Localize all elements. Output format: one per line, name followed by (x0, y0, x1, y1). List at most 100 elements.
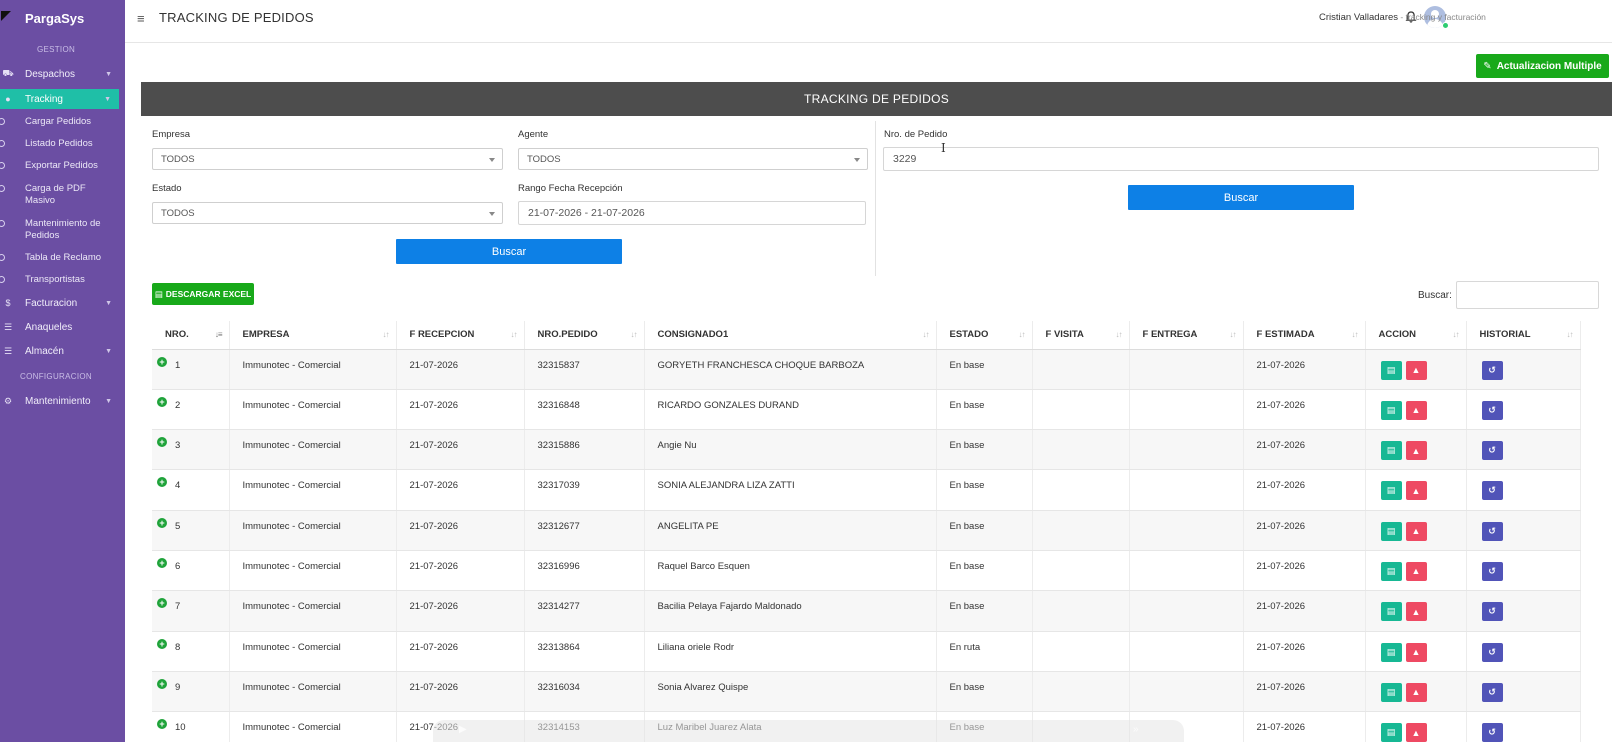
buscar-filtros-button[interactable]: Buscar (396, 239, 622, 264)
cell-accion: ▤ ▲ (1365, 429, 1467, 471)
expand-row-icon[interactable]: + (157, 396, 167, 407)
pdf-document-button[interactable]: ▤ (1380, 682, 1402, 702)
claim-warning-button[interactable]: ▲ (1405, 360, 1427, 380)
circle-icon (0, 220, 5, 227)
pdf-document-button[interactable]: ▤ (1380, 441, 1402, 461)
expand-row-icon[interactable]: + (157, 437, 167, 448)
claim-warning-button[interactable]: ▲ (1405, 481, 1427, 501)
column-header-nro-pedido[interactable]: NRO.PEDIDO ↓↑ (524, 321, 645, 350)
history-button[interactable]: ↺ (1481, 682, 1503, 702)
column-header-estado[interactable]: ESTADO ↓↑ (936, 321, 1033, 350)
claim-warning-button[interactable]: ▲ (1405, 521, 1427, 541)
expand-row-icon[interactable]: + (157, 678, 167, 689)
sidebar-subitem-cargar-pedidos[interactable]: Cargar Pedidos (0, 116, 125, 128)
history-button[interactable]: ↺ (1481, 561, 1503, 581)
sidebar-item-mantenimiento[interactable]: ⚙ Mantenimiento ▼ (0, 391, 120, 411)
table-search-input[interactable] (1456, 281, 1599, 309)
history-button[interactable]: ↺ (1481, 642, 1503, 662)
claim-warning-button[interactable]: ▲ (1405, 682, 1427, 702)
history-button[interactable]: ↺ (1481, 441, 1503, 461)
sidebar-item-almacen[interactable]: ☰ Almacén ▼ (0, 341, 120, 361)
menu-toggle-icon[interactable]: ≡ (137, 11, 145, 26)
claim-warning-button[interactable]: ▲ (1405, 602, 1427, 622)
claim-warning-button[interactable]: ▲ (1405, 723, 1427, 742)
brand[interactable]: PargaSys (0, 8, 125, 28)
column-header-accion[interactable]: ACCION ↓↑ (1365, 321, 1467, 350)
pdf-document-button[interactable]: ▤ (1380, 521, 1402, 541)
history-button[interactable]: ↺ (1481, 400, 1503, 420)
cell-consignado: Raquel Barco Esquen (644, 550, 937, 592)
cell-historial: ↺ (1466, 590, 1581, 632)
column-header-f-recepcion[interactable]: F RECEPCION ↓↑ (396, 321, 525, 350)
cell-historial: ↺ (1466, 631, 1581, 672)
claim-warning-button[interactable]: ▲ (1405, 642, 1427, 662)
column-header-f-estimada[interactable]: F ESTIMADA ↓↑ (1243, 321, 1366, 350)
estado-select[interactable]: TODOS (152, 202, 503, 224)
column-header-f-visita[interactable]: F VISITA ↓↑ (1032, 321, 1130, 350)
expand-row-icon[interactable]: + (157, 557, 167, 568)
play-icon[interactable]: ▶ (459, 724, 467, 735)
fast-forward-icon[interactable]: » (1133, 724, 1139, 735)
sidebar-subitem-carga-pdf-masivo[interactable]: Carga de PDF Masivo (0, 183, 125, 207)
expand-row-icon[interactable]: + (157, 598, 167, 609)
download-excel-button[interactable]: ▤ DESCARGAR EXCEL (152, 283, 254, 305)
sort-icon: ↓↑ (1351, 330, 1359, 339)
expand-row-icon[interactable]: + (157, 719, 167, 730)
sort-icon: ↓↑ (510, 330, 518, 339)
cell-empresa: Immunotec - Comercial (229, 590, 397, 632)
sidebar-subitem-mantenimiento-pedidos[interactable]: Mantenimiento de Pedidos (0, 218, 125, 242)
sort-icon: ↓↑ (1229, 330, 1237, 339)
sidebar-item-despachos[interactable]: ⛟ Despachos ▼ (0, 64, 120, 84)
history-button[interactable]: ↺ (1481, 723, 1503, 742)
expand-row-icon[interactable]: + (157, 638, 167, 649)
cell-accion: ▤ ▲ (1365, 510, 1467, 551)
sidebar-subitem-exportar-pedidos[interactable]: Exportar Pedidos (0, 160, 125, 172)
user-info[interactable]: Cristian Valladares - tracking y factura… (1319, 12, 1486, 23)
column-header-label: NRO. (165, 329, 189, 341)
cell-f-visita (1032, 550, 1130, 592)
sidebar-item-facturacion[interactable]: $ Facturacion ▼ (0, 293, 120, 313)
column-header-f-entrega[interactable]: F ENTREGA ↓↑ (1129, 321, 1244, 350)
pdf-document-button[interactable]: ▤ (1380, 723, 1402, 742)
expand-row-icon[interactable]: + (157, 517, 167, 528)
history-button[interactable]: ↺ (1481, 521, 1503, 541)
buscar-pedido-button[interactable]: Buscar (1128, 185, 1354, 210)
video-player-overlay[interactable]: ▶ » (433, 720, 1184, 742)
file-excel-icon: ▤ (154, 288, 163, 299)
sidebar-item-tracking[interactable]: ● Tracking ▼ (0, 89, 119, 109)
history-button[interactable]: ↺ (1481, 481, 1503, 501)
cell-accion: ▤ ▲ (1365, 631, 1467, 672)
sidebar-subitem-label: Transportistas (25, 274, 85, 285)
agente-select[interactable]: TODOS (518, 148, 868, 170)
nro-pedido-label: Nro. de Pedido (884, 129, 948, 140)
sidebar-subitem-transportistas[interactable]: Transportistas (0, 274, 125, 286)
pdf-document-button[interactable]: ▤ (1380, 400, 1402, 420)
empresa-select[interactable]: TODOS (152, 148, 503, 170)
history-button[interactable]: ↺ (1481, 602, 1503, 622)
sidebar-item-anaqueles[interactable]: ☰ Anaqueles (0, 317, 120, 337)
cell-f-recepcion: 21-07-2026 (396, 389, 525, 431)
column-header-consignado1[interactable]: CONSIGNADO1 ↓↑ (644, 321, 937, 350)
nro-pedido-input[interactable]: 3229 (883, 147, 1599, 171)
sidebar-subitem-tabla-reclamo[interactable]: Tabla de Reclamo (0, 252, 125, 264)
claim-warning-button[interactable]: ▲ (1405, 561, 1427, 581)
column-header-empresa[interactable]: EMPRESA ↓↑ (229, 321, 397, 350)
claim-warning-button[interactable]: ▲ (1405, 441, 1427, 461)
tracking-table: NRO. ↓≡ EMPRESA ↓↑ F RECEPCION ↓↑ NRO.PEDID… (152, 321, 1581, 742)
rango-fecha-input[interactable]: 21-07-2026 - 21-07-2026 (518, 201, 866, 225)
column-header-historial[interactable]: HISTORIAL ↓↑ (1466, 321, 1581, 350)
pdf-document-button[interactable]: ▤ (1380, 642, 1402, 662)
cell-nro-value: 8 (175, 641, 181, 653)
multi-update-button[interactable]: ✎ Actualizacion Multiple (1476, 54, 1609, 78)
expand-row-icon[interactable]: + (157, 477, 167, 488)
pdf-document-button[interactable]: ▤ (1380, 561, 1402, 581)
expand-row-icon[interactable]: + (157, 356, 167, 367)
history-button[interactable]: ↺ (1481, 360, 1503, 380)
column-header-nro[interactable]: NRO. ↓≡ (152, 321, 230, 350)
pdf-document-button[interactable]: ▤ (1380, 481, 1402, 501)
pdf-document-button[interactable]: ▤ (1380, 360, 1402, 380)
claim-warning-button[interactable]: ▲ (1405, 400, 1427, 420)
cell-nro: +10 (152, 711, 230, 742)
pdf-document-button[interactable]: ▤ (1380, 602, 1402, 622)
sidebar-subitem-listado-pedidos[interactable]: Listado Pedidos (0, 138, 125, 150)
